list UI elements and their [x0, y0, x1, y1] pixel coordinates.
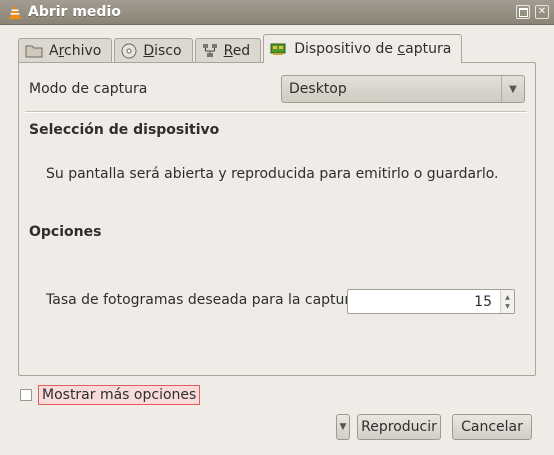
spin-buttons[interactable]: ▲ ▼ — [500, 290, 514, 313]
tab-label-red: Red — [223, 43, 251, 59]
open-media-dialog: Abrir medio ✕ Archivo Disco Red Disposit… — [0, 0, 554, 455]
capture-mode-value: Desktop — [289, 81, 347, 97]
tab-dispositivo-captura[interactable]: Dispositivo de captura — [263, 34, 463, 64]
chevron-down-icon: ▼ — [339, 422, 347, 432]
folder-icon — [25, 44, 43, 58]
tab-archivo[interactable]: Archivo — [18, 38, 113, 63]
tab-red[interactable]: Red — [194, 38, 262, 63]
options-section-title: Opciones — [29, 224, 102, 240]
vlc-cone-icon — [6, 3, 24, 21]
close-button[interactable]: ✕ — [535, 5, 549, 19]
disc-icon — [121, 43, 137, 59]
cancel-button[interactable]: Cancelar — [452, 414, 532, 440]
separator — [25, 111, 527, 113]
spin-down-icon[interactable]: ▼ — [505, 302, 510, 311]
capture-panel: Modo de captura Desktop ▼ Selección de d… — [18, 62, 536, 376]
capture-card-icon — [270, 42, 288, 56]
chevron-down-icon: ▼ — [501, 76, 524, 102]
more-options-checkbox[interactable] — [20, 389, 32, 401]
tab-label-disco: Disco — [143, 43, 182, 59]
more-options-row: Mostrar más opciones — [20, 385, 201, 405]
title-bar[interactable]: Abrir medio ✕ — [0, 0, 554, 25]
network-icon — [202, 43, 218, 59]
tab-disco[interactable]: Disco — [114, 38, 193, 63]
more-options-label[interactable]: Mostrar más opciones — [38, 385, 201, 405]
play-options-dropdown-button[interactable]: ▼ — [336, 414, 350, 440]
tab-label-archivo: Archivo — [49, 43, 102, 59]
play-button[interactable]: Reproducir — [357, 414, 441, 440]
capture-mode-select[interactable]: Desktop ▼ — [281, 75, 525, 103]
tab-bar: Archivo Disco Red Dispositivo de captura — [18, 34, 464, 64]
tab-label-dispositivo-captura: Dispositivo de captura — [294, 41, 452, 57]
device-description: Su pantalla será abierta y reproducida p… — [46, 166, 499, 182]
spin-up-icon[interactable]: ▲ — [505, 293, 510, 302]
device-section-title: Selección de dispositivo — [29, 122, 220, 138]
fps-label: Tasa de fotogramas deseada para la captu… — [46, 292, 364, 308]
fps-spinbox[interactable]: 15 ▲ ▼ — [347, 289, 515, 314]
fps-value: 15 — [474, 293, 492, 310]
maximize-button[interactable] — [516, 5, 530, 19]
window-title: Abrir medio — [28, 4, 121, 20]
capture-mode-label: Modo de captura — [29, 81, 148, 97]
